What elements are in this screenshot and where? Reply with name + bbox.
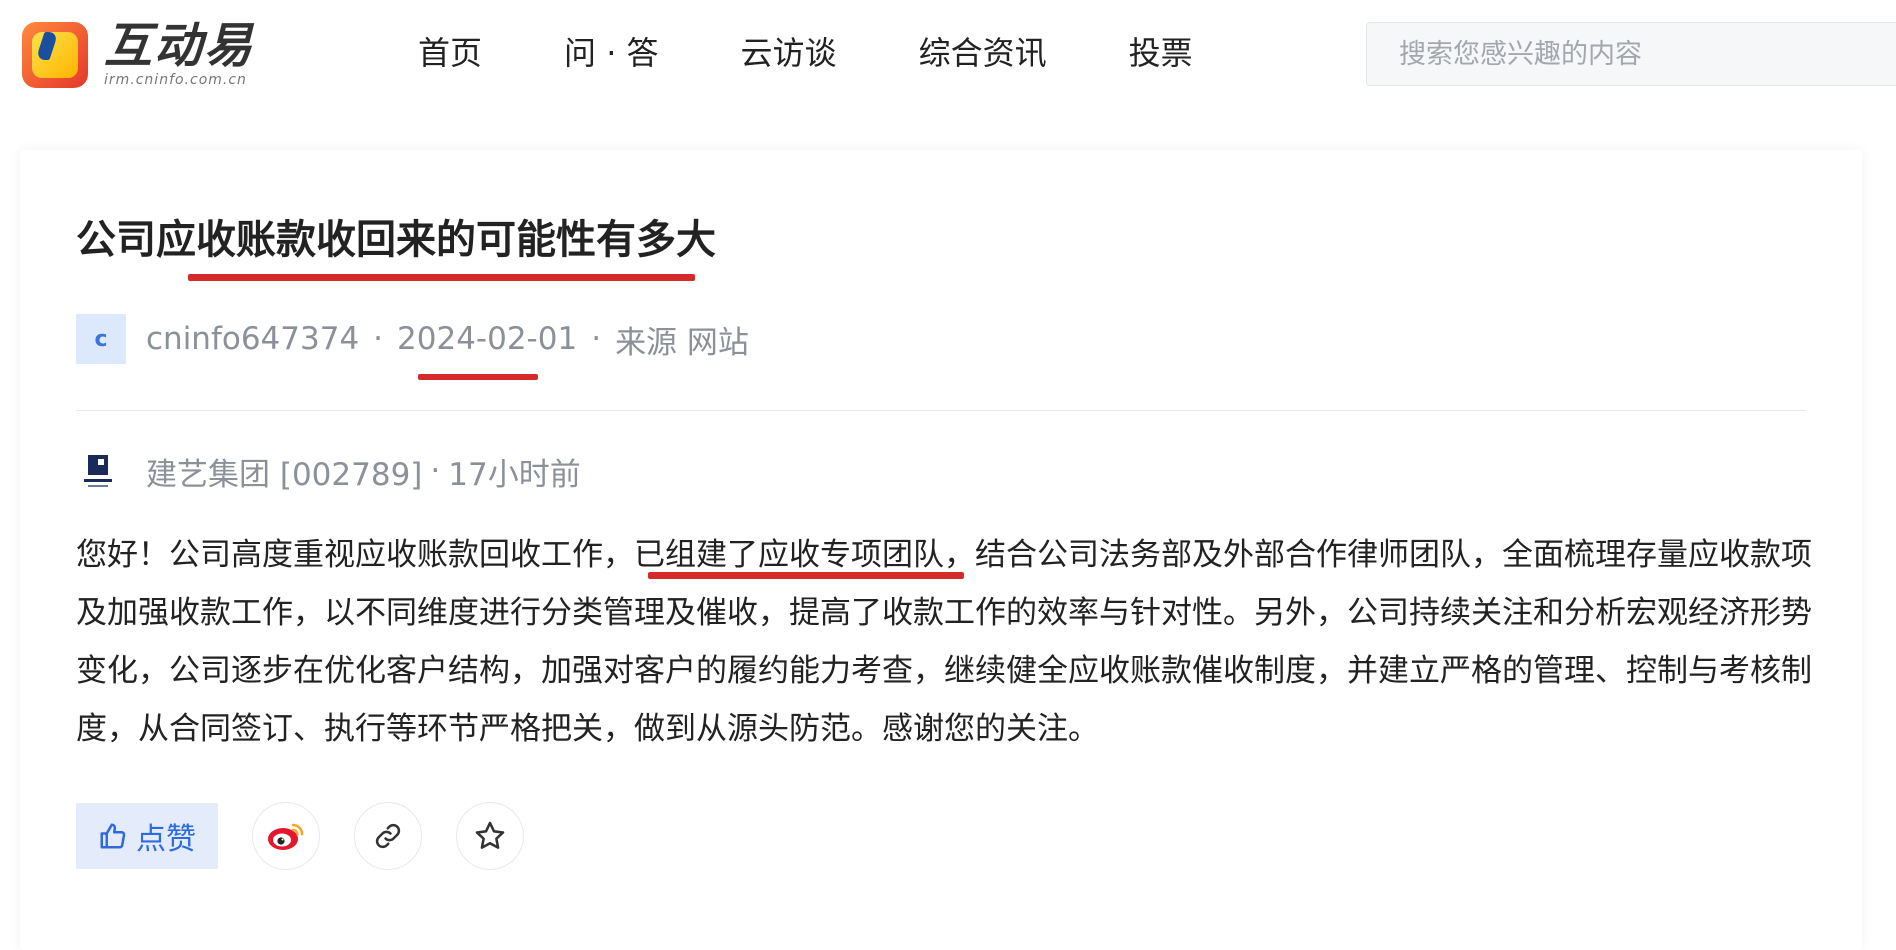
search-box <box>1366 22 1896 86</box>
meta-separator: · <box>373 321 384 357</box>
nav-cloud-interview[interactable]: 云访谈 <box>741 30 837 76</box>
divider <box>76 410 1806 411</box>
favorite-button[interactable] <box>456 802 524 870</box>
answer-text-highlight: 已组建了应收专项团队 <box>634 537 944 573</box>
nav-qa[interactable]: 问 · 答 <box>564 30 659 76</box>
main-nav: 首页 问 · 答 云访谈 综合资讯 投票 <box>418 30 1275 76</box>
link-icon <box>375 823 401 849</box>
meta-separator: · <box>591 321 602 357</box>
share-weibo-button[interactable] <box>252 802 320 870</box>
answer-company[interactable]: 建艺集团 [002789] <box>146 449 422 494</box>
brand[interactable]: 互动易 irm.cninfo.com.cn <box>104 18 254 88</box>
meta-separator: · <box>430 453 441 489</box>
answer-text-part: 您好！公司高度重视应收账款回收工作， <box>76 537 634 573</box>
avatar[interactable]: c <box>76 314 126 364</box>
question-source: 来源 网站 <box>615 324 749 361</box>
brand-domain: irm.cninfo.com.cn <box>104 72 247 88</box>
like-label: 点赞 <box>136 822 196 857</box>
question-title: 公司应收账款收回来的可能性有多大 <box>76 217 716 263</box>
action-bar: 点赞 <box>76 802 524 870</box>
copy-link-button[interactable] <box>354 802 422 870</box>
nav-home[interactable]: 首页 <box>418 30 482 76</box>
search-input[interactable] <box>1367 23 1896 85</box>
date-underline-annotation <box>418 374 538 380</box>
question-user[interactable]: cninfo647374 <box>146 321 359 357</box>
answer-text: 您好！公司高度重视应收账款回收工作，已组建了应收专项团队，结合公司法务部及外部合… <box>76 526 1818 758</box>
nav-vote[interactable]: 投票 <box>1129 30 1193 76</box>
answer-time: 17小时前 <box>448 456 581 493</box>
nav-news[interactable]: 综合资讯 <box>919 30 1047 76</box>
question-meta: c cninfo647374 · 2024-02-01 · 来源 网站 <box>76 314 749 364</box>
weibo-icon <box>268 823 304 850</box>
site-logo[interactable] <box>22 22 88 88</box>
thumbs-up-icon <box>100 823 126 849</box>
like-button[interactable]: 点赞 <box>76 803 218 869</box>
question-date: 2024-02-01 <box>397 321 578 357</box>
answer-meta: 建艺集团 [002789] · 17小时前 <box>76 446 581 496</box>
company-logo-icon[interactable] <box>76 449 120 493</box>
highlight-underline-annotation <box>648 572 964 579</box>
qa-card: 公司应收账款收回来的可能性有多大 c cninfo647374 · 2024-0… <box>20 150 1862 950</box>
star-icon <box>475 821 505 849</box>
title-underline-annotation <box>188 274 695 281</box>
site-header: 互动易 irm.cninfo.com.cn 首页 问 · 答 云访谈 综合资讯 … <box>0 0 1896 110</box>
brand-name: 互动易 <box>104 18 255 74</box>
